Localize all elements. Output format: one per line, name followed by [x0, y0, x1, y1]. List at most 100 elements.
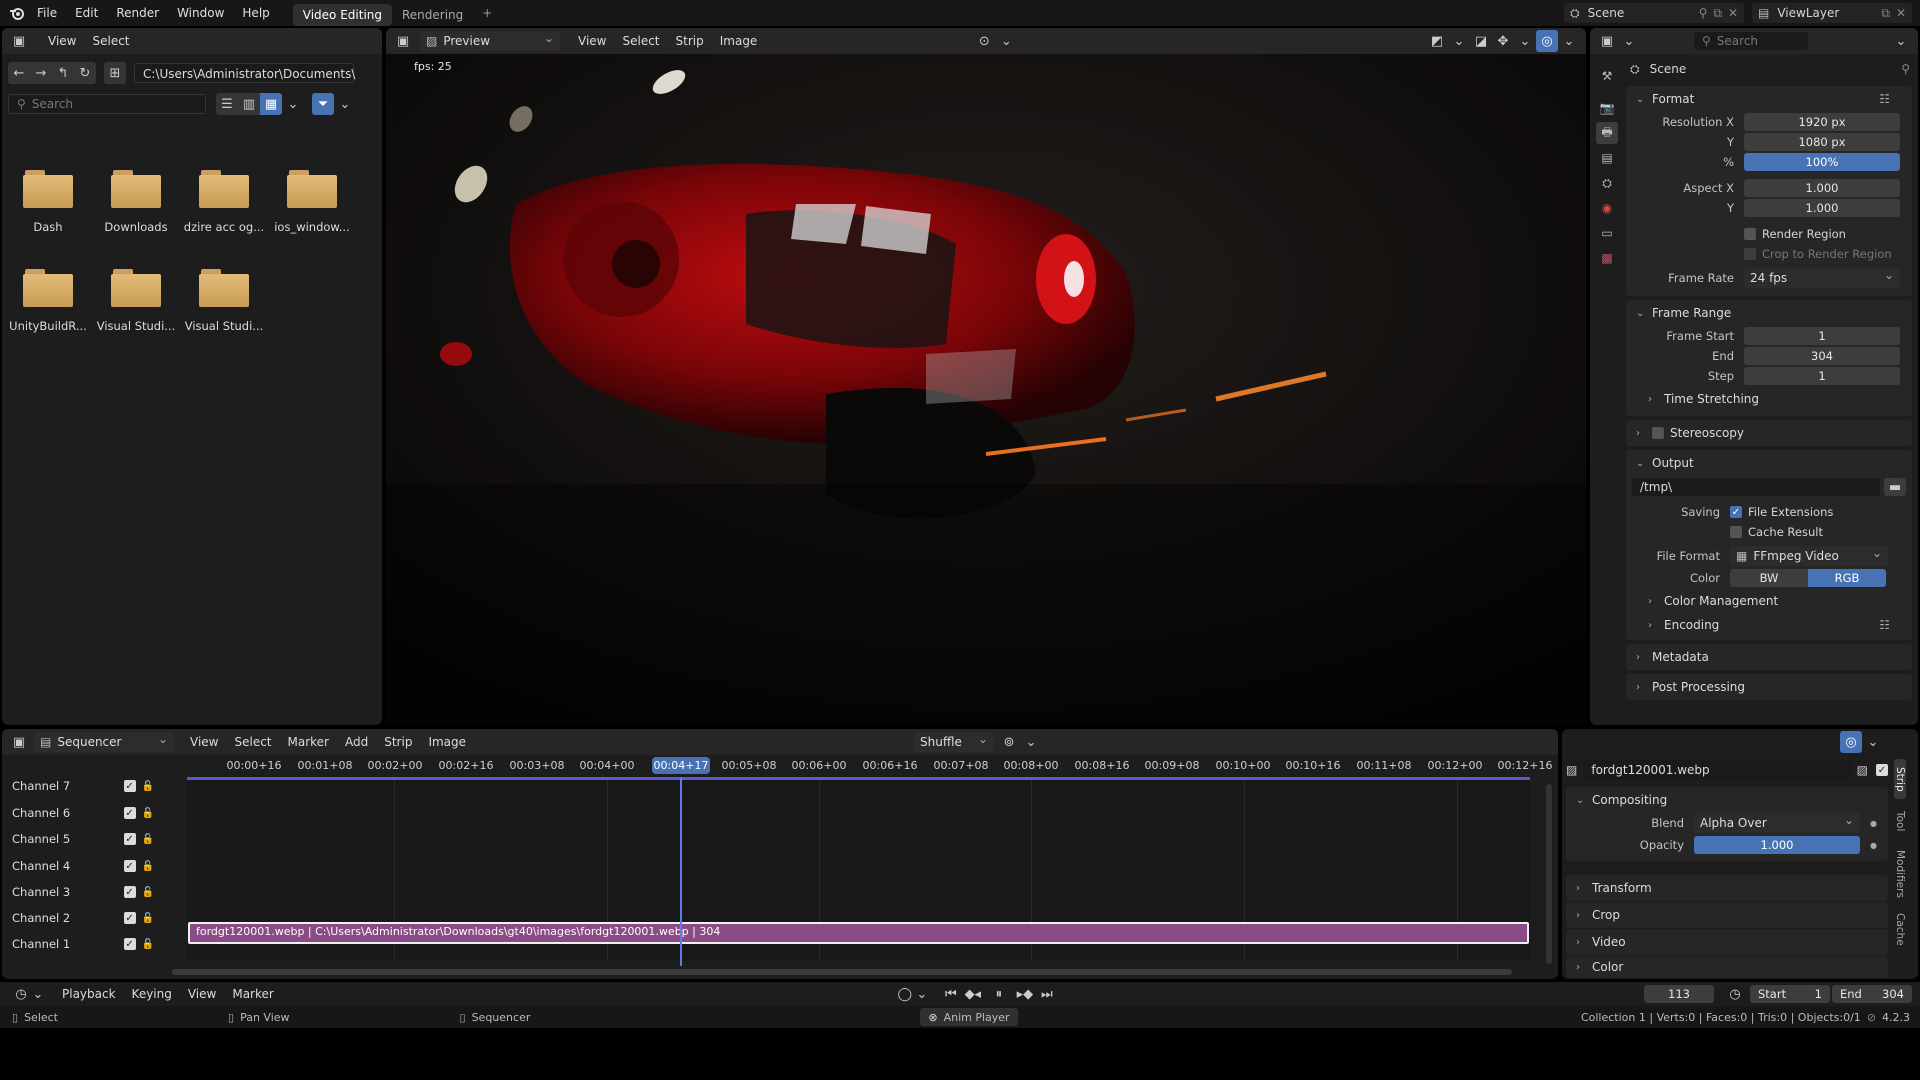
keyframe-dot-icon[interactable]: ●: [1870, 841, 1877, 850]
pin-icon[interactable]: ⚲: [1901, 62, 1910, 76]
output-icon[interactable]: 🖶: [1596, 122, 1618, 144]
back-arrow-icon[interactable]: ←: [8, 62, 30, 84]
file-extensions-checkbox[interactable]: ✓: [1730, 506, 1742, 518]
folder-item[interactable]: UnityBuildR...: [6, 269, 90, 333]
display-channels-icon[interactable]: ◩: [1426, 30, 1448, 52]
chevron-down-icon[interactable]: ⌄: [1558, 30, 1580, 52]
lock-icon[interactable]: 🔓: [142, 834, 154, 845]
menu-marker[interactable]: Marker: [280, 731, 337, 753]
frame-step-field[interactable]: 1: [1744, 367, 1900, 385]
chevron-down-icon[interactable]: ⌄: [916, 983, 928, 1005]
new-scene-icon[interactable]: ⧉: [1713, 6, 1722, 21]
menu-view[interactable]: View: [570, 30, 614, 52]
tab-modifiers[interactable]: Modifiers: [1894, 843, 1906, 905]
pause-icon[interactable]: ⏸: [988, 983, 1010, 1005]
blend-dropdown[interactable]: Alpha Over: [1694, 810, 1860, 833]
menu-image[interactable]: Image: [712, 30, 766, 52]
end-frame-field[interactable]: End 304: [1832, 985, 1912, 1003]
channel-mute-checkbox[interactable]: ✓: [123, 807, 136, 819]
strip-name-field[interactable]: fordgt120001.webp: [1583, 760, 1851, 780]
sound-icon[interactable]: ▨: [1857, 763, 1868, 777]
strip-enable-checkbox[interactable]: ✓: [1876, 764, 1888, 776]
channel-mute-checkbox[interactable]: ✓: [123, 860, 136, 872]
menu-strip[interactable]: Strip: [668, 30, 712, 52]
folder-item[interactable]: Downloads: [94, 170, 178, 234]
time-stretching-header[interactable]: › Time Stretching: [1626, 386, 1912, 412]
tab-video-editing[interactable]: Video Editing: [292, 3, 392, 26]
pivot-icon[interactable]: ⊙: [973, 30, 995, 52]
overlay-icon[interactable]: ◎: [1536, 30, 1558, 52]
chevron-down-icon[interactable]: ⌄: [1618, 30, 1640, 52]
file-format-dropdown[interactable]: ▦ FFmpeg Video: [1730, 543, 1888, 566]
post-processing-header[interactable]: › Post Processing: [1626, 674, 1912, 700]
stereoscopy-checkbox[interactable]: [1652, 427, 1664, 439]
overlap-mode-dropdown[interactable]: Shuffle: [914, 729, 995, 752]
snap-icon[interactable]: ⊚: [998, 731, 1020, 753]
preview-image[interactable]: fps: 25: [386, 54, 1586, 725]
editor-type-icon[interactable]: ▣: [392, 30, 414, 52]
filter-icon[interactable]: ⏷: [312, 93, 334, 115]
frame-rate-dropdown[interactable]: 24 fps: [1744, 265, 1900, 288]
start-frame-field[interactable]: Start 1: [1750, 985, 1830, 1003]
new-folder-icon[interactable]: ⊞: [104, 62, 126, 84]
channel-mute-checkbox[interactable]: ✓: [123, 886, 136, 898]
jump-end-icon[interactable]: ⏭: [1036, 983, 1058, 1005]
color-bw-button[interactable]: BW: [1730, 569, 1808, 587]
close-icon[interactable]: ✕: [1728, 6, 1738, 20]
tab-strip[interactable]: Strip: [1894, 759, 1906, 799]
crop-header[interactable]: › Crop: [1566, 902, 1888, 928]
view-layer-icon[interactable]: ▤: [1596, 147, 1618, 169]
folder-item[interactable]: Visual Studi...: [94, 269, 178, 333]
view-layer-selector[interactable]: ▤ ViewLayer ⧉ ✕: [1752, 3, 1912, 23]
options-chevron-icon[interactable]: ⌄: [1890, 30, 1912, 52]
menu-select[interactable]: Select: [614, 30, 667, 52]
output-path-field[interactable]: /tmp\: [1632, 478, 1880, 496]
anim-player-job[interactable]: ⊗ Anim Player: [920, 1008, 1018, 1026]
frame-end-field[interactable]: 304: [1744, 347, 1900, 365]
channel-mute-checkbox[interactable]: ✓: [123, 938, 136, 950]
lock-icon[interactable]: 🔓: [142, 781, 154, 792]
jump-start-icon[interactable]: ⏮: [940, 983, 962, 1005]
new-view-layer-icon[interactable]: ⧉: [1881, 6, 1890, 21]
pin-icon[interactable]: ⚲: [1699, 6, 1708, 20]
chevron-down-icon[interactable]: ⌄: [1020, 731, 1042, 753]
menu-view[interactable]: View: [40, 30, 84, 52]
collection-icon[interactable]: ▭: [1596, 222, 1618, 244]
preview-mode-dropdown[interactable]: ▨ Preview: [420, 28, 560, 51]
tool-icon[interactable]: ⚒: [1596, 65, 1618, 87]
path-field[interactable]: C:\Users\Administrator\Documents\: [134, 63, 355, 83]
auto-keying-icon[interactable]: ◯: [894, 983, 916, 1005]
menu-select[interactable]: Select: [84, 30, 137, 52]
sequencer-view-dropdown[interactable]: ▤ Sequencer: [34, 729, 174, 752]
stereoscopy-header[interactable]: › Stereoscopy: [1626, 420, 1912, 446]
overlay-icon[interactable]: ◎: [1840, 731, 1862, 753]
current-frame-field[interactable]: 113: [1644, 985, 1714, 1003]
folder-item[interactable]: dzire acc og...: [182, 170, 266, 234]
detail-view-icon[interactable]: ▥: [238, 93, 260, 115]
add-workspace-button[interactable]: +: [473, 0, 501, 26]
gizmo-icon[interactable]: ✥: [1492, 30, 1514, 52]
resolution-pct-field[interactable]: 100%: [1744, 153, 1900, 171]
video-header[interactable]: › Video: [1566, 929, 1888, 955]
playhead[interactable]: [680, 777, 682, 966]
properties-search-input[interactable]: ⚲ Search: [1694, 32, 1808, 50]
cache-result-checkbox[interactable]: [1730, 526, 1742, 538]
channel-mute-checkbox[interactable]: ✓: [123, 833, 136, 845]
presets-icon[interactable]: ☷: [1879, 618, 1890, 632]
chevron-down-icon[interactable]: ⌄: [32, 983, 44, 1005]
lock-icon[interactable]: 🔓: [142, 939, 154, 950]
folder-browse-icon[interactable]: ▬: [1884, 478, 1906, 496]
cancel-icon[interactable]: ⊗: [928, 1011, 937, 1024]
chevron-down-icon[interactable]: ⌄: [334, 93, 356, 115]
editor-type-icon[interactable]: ▣: [8, 30, 30, 52]
timeline-ruler[interactable]: 00:00+16 00:01+08 00:02+00 00:02+16 00:0…: [182, 755, 1552, 777]
world-icon[interactable]: ◉: [1596, 197, 1618, 219]
menu-marker[interactable]: Marker: [224, 983, 281, 1005]
chevron-down-icon[interactable]: ⌄: [1862, 731, 1884, 753]
current-time-indicator[interactable]: 00:04+17: [652, 757, 710, 774]
folder-item[interactable]: Visual Studi...: [182, 269, 266, 333]
opacity-field[interactable]: 1.000: [1694, 836, 1860, 854]
tab-rendering[interactable]: Rendering: [392, 4, 473, 26]
menu-keying[interactable]: Keying: [124, 983, 180, 1005]
thumbnail-view-icon[interactable]: ▦: [260, 93, 282, 115]
